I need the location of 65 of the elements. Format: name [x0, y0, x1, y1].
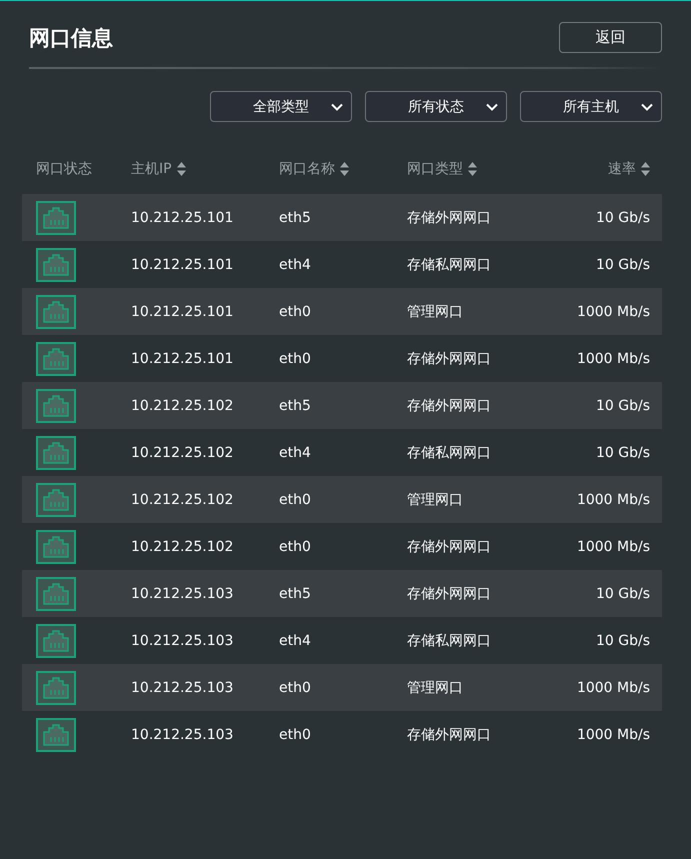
chevron-down-icon: [331, 103, 343, 111]
table-cell: eth0: [279, 304, 311, 320]
table-cell: eth4: [279, 632, 311, 648]
table-cell: 存储私网网口: [407, 256, 491, 274]
table-cell: 10.212.25.102: [131, 538, 234, 554]
table-cell: 10 Gb/s: [596, 256, 650, 272]
filter-dropdown[interactable]: 全部类型: [210, 91, 352, 122]
table-cell: eth0: [279, 680, 311, 696]
sort-icon[interactable]: [468, 162, 477, 176]
table-cell: 管理网口: [407, 302, 463, 320]
table-cell: 1000 Mb/s: [576, 304, 650, 320]
table-cell: 10 Gb/s: [596, 210, 650, 226]
table-cell: 10 Gb/s: [596, 444, 650, 460]
table-cell: 存储外网网口: [407, 350, 491, 368]
chevron-down-icon: [641, 103, 653, 111]
table-cell: eth4: [279, 256, 311, 272]
table-cell: 10.212.25.103: [131, 632, 234, 648]
column-header: 网口状态: [36, 160, 92, 178]
table-cell: 1000 Mb/s: [576, 680, 650, 696]
filter-dropdown[interactable]: 所有状态: [365, 91, 507, 122]
table-cell: 10.212.25.103: [131, 726, 234, 742]
table-cell: 存储外网网口: [407, 538, 491, 556]
table-cell: 1000 Mb/s: [576, 538, 650, 554]
table-cell: 存储外网网口: [407, 396, 491, 414]
sort-icon[interactable]: [340, 162, 349, 176]
table-cell: 10 Gb/s: [596, 586, 650, 602]
table-cell: eth5: [279, 586, 311, 602]
table-cell: 10.212.25.102: [131, 398, 234, 414]
table-cell: 存储私网网口: [407, 444, 491, 462]
table-cell: 10.212.25.102: [131, 444, 234, 460]
table-cell: 1000 Mb/s: [576, 726, 650, 742]
table-cell: 1000 Mb/s: [576, 350, 650, 366]
table-cell: 10.212.25.101: [131, 256, 234, 272]
column-header[interactable]: 网口名称: [279, 160, 349, 178]
chevron-down-icon: [486, 103, 498, 111]
table-cell: 10.212.25.101: [131, 210, 234, 226]
table-cell: 存储私网网口: [407, 632, 491, 650]
table-cell: eth0: [279, 538, 311, 554]
sort-icon[interactable]: [641, 162, 650, 176]
column-header[interactable]: 主机IP: [131, 160, 186, 178]
table-cell: 10 Gb/s: [596, 632, 650, 648]
column-header[interactable]: 速率: [608, 160, 650, 178]
table-cell: eth5: [279, 210, 311, 226]
table-cell: eth0: [279, 492, 311, 508]
table-cell: eth0: [279, 350, 311, 366]
table-cell: 管理网口: [407, 490, 463, 508]
table-cell: 存储外网网口: [407, 726, 491, 744]
table-cell: 存储外网网口: [407, 584, 491, 602]
panel-title: 网口信息: [29, 24, 113, 52]
table-cell: 存储外网网口: [407, 208, 491, 226]
table-cell: 10.212.25.103: [131, 680, 234, 696]
table-cell: 10.212.25.103: [131, 586, 234, 602]
table-cell: 10 Gb/s: [596, 398, 650, 414]
column-header[interactable]: 网口类型: [407, 160, 477, 178]
table-cell: eth5: [279, 398, 311, 414]
table-cell: 1000 Mb/s: [576, 492, 650, 508]
table-cell: 10.212.25.102: [131, 492, 234, 508]
filter-dropdown[interactable]: 所有主机: [520, 91, 662, 122]
table-cell: 10.212.25.101: [131, 350, 234, 366]
sort-icon[interactable]: [176, 162, 186, 176]
table-cell: eth4: [279, 444, 311, 460]
table-cell: 管理网口: [407, 678, 463, 696]
table-cell: eth0: [279, 726, 311, 742]
back-button[interactable]: 返回: [559, 22, 662, 53]
table-cell: 10.212.25.101: [131, 304, 234, 320]
